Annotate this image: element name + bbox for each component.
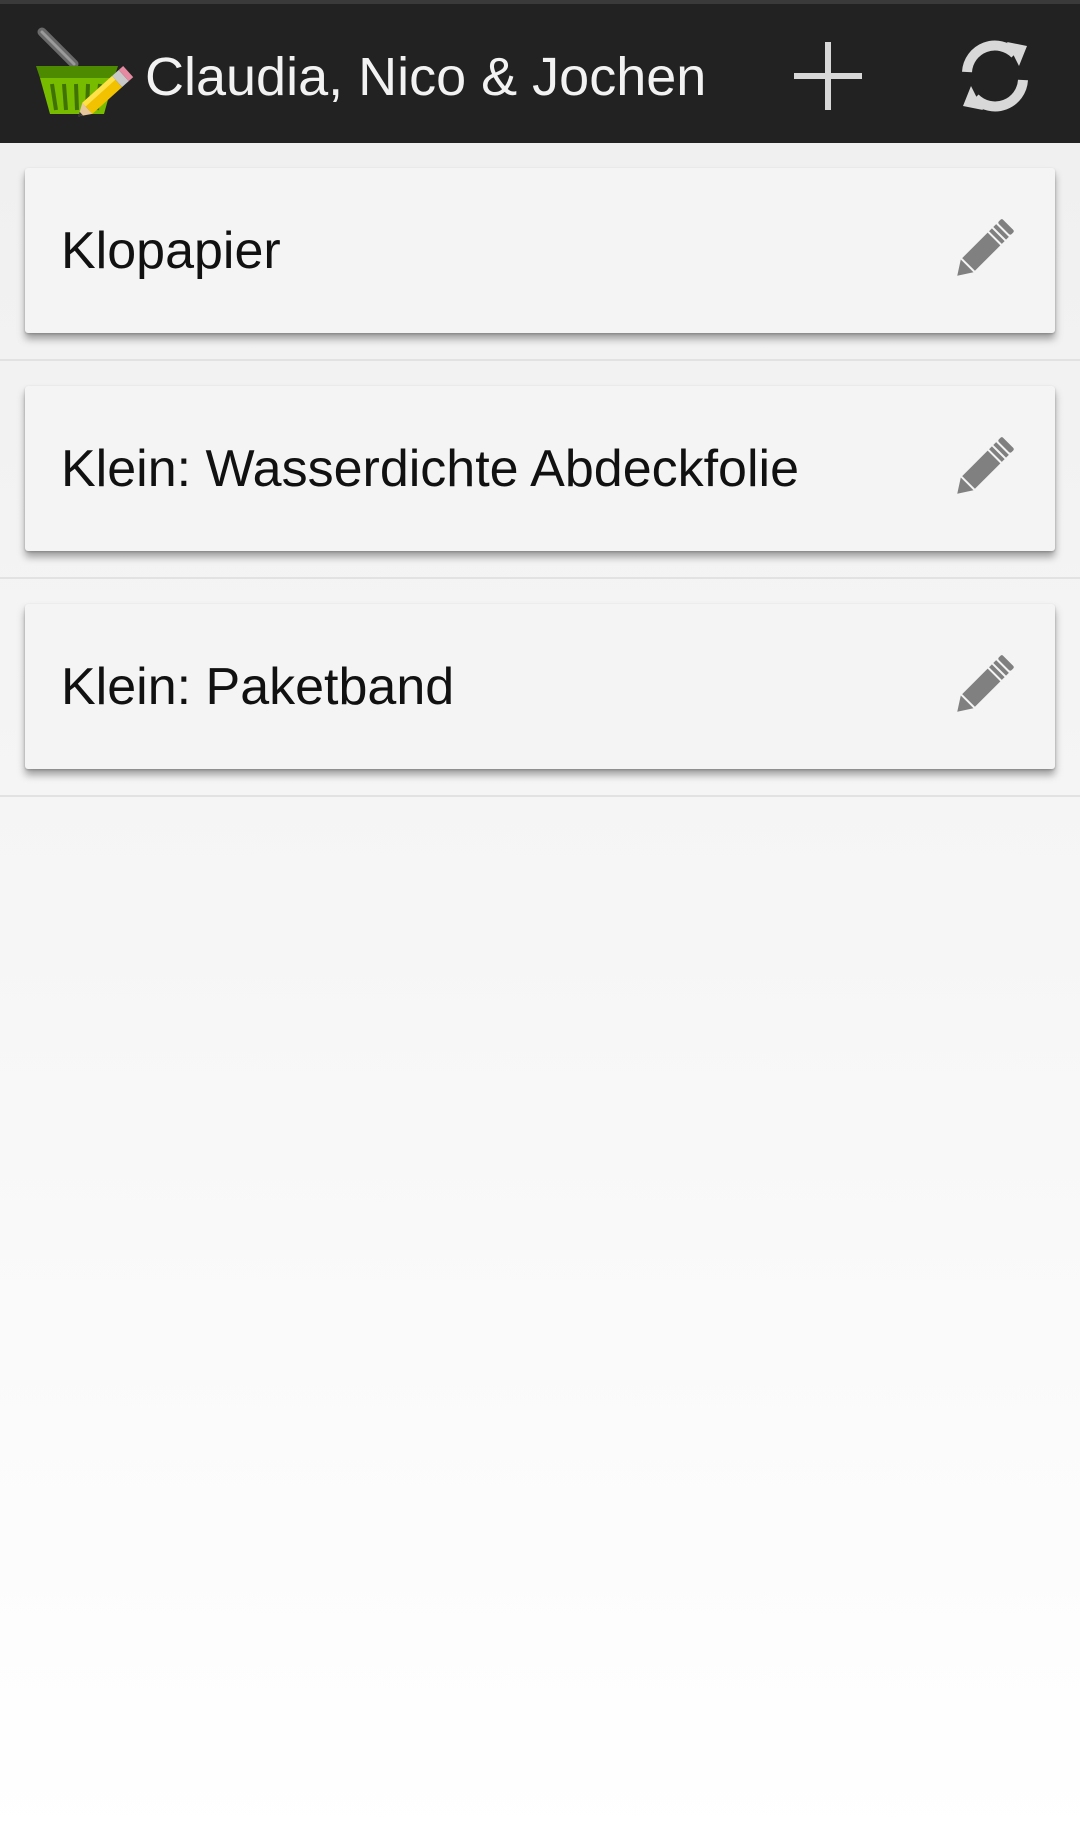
item-card[interactable]: Klein: Paketband	[25, 604, 1055, 769]
pencil-icon	[957, 437, 1014, 494]
item-label: Klein: Wasserdichte Abdeckfolie	[61, 439, 800, 498]
edit-button[interactable]	[939, 208, 1025, 294]
refresh-icon	[962, 40, 1028, 112]
list-item: Klopapier	[0, 143, 1080, 361]
item-label: Klein: Paketband	[61, 657, 455, 716]
edit-button[interactable]	[939, 644, 1025, 730]
item-card[interactable]: Klein: Wasserdichte Abdeckfolie	[25, 386, 1055, 551]
page-title: Claudia, Nico & Jochen	[145, 47, 707, 107]
list-item: Klein: Wasserdichte Abdeckfolie	[0, 361, 1080, 579]
edit-button[interactable]	[939, 426, 1025, 512]
shopping-list: Klopapier Klein: Wasserdichte Abdeckfoli…	[0, 143, 1080, 797]
refresh-button[interactable]	[945, 26, 1045, 126]
shopping-basket-pencil-icon	[34, 26, 136, 124]
action-bar: Claudia, Nico & Jochen	[0, 0, 1080, 143]
pencil-icon	[957, 219, 1014, 276]
item-label: Klopapier	[61, 221, 281, 280]
list-item: Klein: Paketband	[0, 579, 1080, 797]
plus-icon	[794, 42, 862, 110]
item-card[interactable]: Klopapier	[25, 168, 1055, 333]
add-item-button[interactable]	[778, 26, 878, 126]
pencil-icon	[957, 655, 1014, 712]
